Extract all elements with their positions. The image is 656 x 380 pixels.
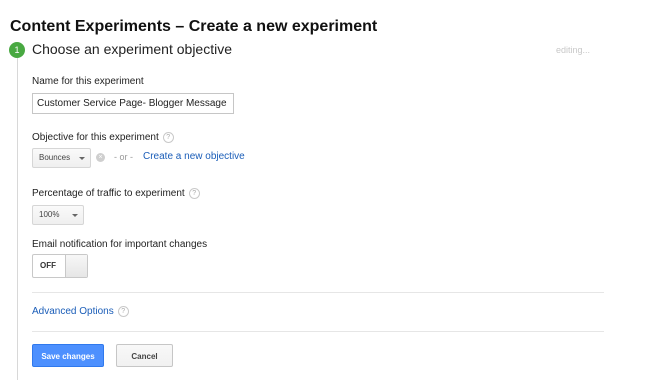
objective-label-row: Objective for this experiment?: [32, 132, 174, 143]
toggle-state-label: OFF: [40, 261, 56, 270]
traffic-select[interactable]: 100%: [32, 205, 84, 225]
step-title[interactable]: Choose an experiment objective: [32, 41, 232, 57]
advanced-options-row: Advanced Options?: [32, 306, 129, 317]
name-label: Name for this experiment: [32, 76, 144, 87]
or-separator: - or -: [114, 152, 133, 162]
email-notification-toggle[interactable]: OFF: [32, 254, 88, 278]
help-icon[interactable]: ?: [162, 132, 174, 143]
clear-objective-icon[interactable]: ×: [96, 153, 105, 162]
save-button[interactable]: Save changes: [32, 344, 104, 367]
objective-select-value: Bounces: [39, 153, 71, 162]
email-label: Email notification for important changes: [32, 239, 208, 250]
help-icon[interactable]: ?: [188, 188, 200, 199]
traffic-select-value: 100%: [39, 210, 60, 219]
objective-select[interactable]: Bounces: [32, 148, 91, 168]
advanced-options-link[interactable]: Advanced Options: [32, 306, 114, 317]
create-objective-link[interactable]: Create a new objective: [143, 151, 245, 162]
divider: [32, 292, 604, 293]
toggle-knob: [65, 255, 87, 277]
step-status: editing...: [556, 45, 591, 55]
step-connector-line: [17, 58, 18, 380]
divider: [32, 331, 604, 332]
chevron-down-icon: [72, 214, 78, 217]
help-icon[interactable]: ?: [117, 306, 129, 317]
step-number-badge: 1: [9, 42, 25, 58]
traffic-label-row: Percentage of traffic to experiment?: [32, 188, 200, 199]
traffic-label: Percentage of traffic to experiment: [32, 188, 185, 200]
experiment-name-input[interactable]: [32, 93, 234, 114]
page-title: Content Experiments – Create a new exper…: [10, 18, 378, 35]
cancel-button[interactable]: Cancel: [116, 344, 173, 367]
chevron-down-icon: [79, 157, 85, 160]
objective-label: Objective for this experiment: [32, 132, 159, 144]
